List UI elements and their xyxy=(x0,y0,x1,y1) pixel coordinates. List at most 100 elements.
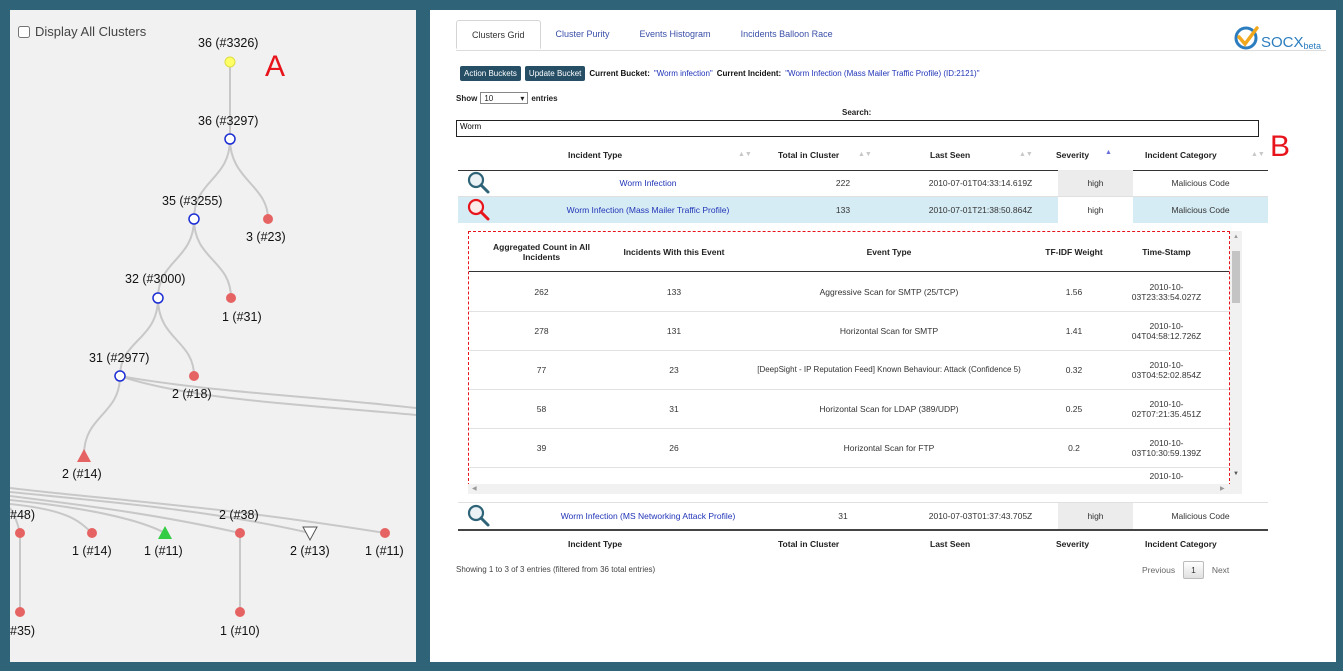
total-in-cluster: 31 xyxy=(838,511,848,521)
tab-clusters-grid[interactable]: Clusters Grid xyxy=(456,20,541,49)
current-bucket-label: Current Bucket: xyxy=(589,69,650,78)
tree-node-leaf[interactable] xyxy=(87,528,97,538)
scroll-down-icon[interactable]: ▼ xyxy=(1233,471,1239,477)
tree-node-triangle[interactable] xyxy=(158,526,172,539)
column-header-severity[interactable]: Severity xyxy=(1056,150,1089,160)
timestamp: 2010-10-03T04:52:02.854Z xyxy=(1131,359,1202,380)
incidents-with-event: 26 xyxy=(669,442,679,453)
tree-node-leaf[interactable] xyxy=(263,214,273,224)
column-header-event-type[interactable]: Event Type xyxy=(739,232,1039,271)
event-type: Horizontal Scan for FTP xyxy=(843,442,935,453)
event-row: 58 31 Horizontal Scan for LDAP (389/UDP)… xyxy=(469,389,1229,429)
tree-node-label: 2 (#38) xyxy=(219,508,259,522)
tab-events-histogram[interactable]: Events Histogram xyxy=(625,20,726,49)
tree-node-label: 32 (#3000) xyxy=(125,272,186,286)
timestamp: 2010-10-03T10:30:59.139Z xyxy=(1131,437,1202,458)
incidents-with-event: 31 xyxy=(669,403,679,414)
bucket-toolbar: Action Buckets Update Bucket Current Buc… xyxy=(460,66,980,81)
aggregated-count: 58 xyxy=(536,403,547,414)
magnifier-icon[interactable] xyxy=(462,197,496,223)
tree-node-label: 2 (#13) xyxy=(290,544,330,558)
previous-page-button[interactable]: Previous xyxy=(1142,565,1175,575)
sort-asc-icon[interactable]: ▲ xyxy=(1105,149,1112,156)
event-row: 77 23 [DeepSight - IP Reputation Feed] K… xyxy=(469,350,1229,390)
column-header-timestamp[interactable]: Time-Stamp xyxy=(1109,232,1224,271)
tree-node-label: 2 (#18) xyxy=(172,387,212,401)
sort-icon[interactable]: ▲▼ xyxy=(858,151,872,158)
tree-node-label: 31 (#2977) xyxy=(89,351,150,365)
incident-type-link[interactable]: Worm Infection (MS Networking Attack Pro… xyxy=(518,503,778,529)
events-table-header: Aggregated Count in All Incidents Incide… xyxy=(469,232,1229,272)
scrollbar-thumb[interactable] xyxy=(1232,251,1240,303)
incident-events-table: Aggregated Count in All Incidents Incide… xyxy=(468,231,1230,486)
tree-node-leaf[interactable] xyxy=(380,528,390,538)
tree-node-label: 36 (#3326) xyxy=(198,36,259,50)
tree-node-leaf[interactable] xyxy=(15,607,25,617)
update-bucket-button[interactable]: Update Bucket xyxy=(524,66,586,81)
page-length-control: Show 10 ▾ entries xyxy=(456,92,558,104)
footer-column-incident-category: Incident Category xyxy=(1145,539,1217,549)
tree-node-leaf[interactable] xyxy=(226,293,236,303)
sort-icon[interactable]: ▲▼ xyxy=(738,151,752,158)
column-header-incident-type[interactable]: Incident Type xyxy=(568,150,622,160)
incidents-with-event: 23 xyxy=(669,364,679,375)
page-length-select[interactable]: 10 ▾ xyxy=(480,92,529,104)
incident-type-link[interactable]: Worm Infection xyxy=(518,170,778,196)
column-header-aggregated-count[interactable]: Aggregated Count in All Incidents xyxy=(479,232,604,271)
tab-cluster-purity[interactable]: Cluster Purity xyxy=(541,20,625,49)
sort-icon[interactable]: ▲▼ xyxy=(1019,151,1033,158)
action-buckets-button[interactable]: Action Buckets xyxy=(460,66,521,81)
total-in-cluster: 133 xyxy=(835,205,851,215)
tree-node-triangle[interactable] xyxy=(302,526,318,542)
tab-incidents-balloon-race[interactable]: Incidents Balloon Race xyxy=(726,20,848,49)
event-row: 262 133 Aggressive Scan for SMTP (25/TCP… xyxy=(469,272,1229,312)
tree-node-leaf[interactable] xyxy=(15,528,25,538)
table-footer-header: Incident Type Total in Cluster Last Seen… xyxy=(458,532,1268,554)
column-header-last-seen[interactable]: Last Seen xyxy=(930,150,970,160)
events-horizontal-scrollbar[interactable]: ◀ ▶ xyxy=(468,484,1242,494)
tree-node-leaf[interactable] xyxy=(235,607,245,617)
search-input[interactable]: Worm xyxy=(456,120,1259,137)
magnifier-icon[interactable] xyxy=(462,170,496,196)
tree-node-label: 1 (#11) xyxy=(365,544,404,558)
tree-node-label: 3 (#23) xyxy=(246,230,286,244)
tree-node-cluster[interactable] xyxy=(152,292,164,304)
column-header-tfidf[interactable]: TF-IDF Weight xyxy=(1044,232,1104,271)
page-length-value: 10 xyxy=(484,93,494,103)
table-header: Incident Type ▲▼ Total in Cluster ▲▼ Las… xyxy=(458,140,1268,171)
column-header-total[interactable]: Total in Cluster xyxy=(778,150,839,160)
table-row-selected[interactable]: Worm Infection (Mass Mailer Traffic Prof… xyxy=(458,197,1268,223)
last-seen: 2010-07-01T04:33:14.619Z xyxy=(928,178,1033,188)
table-info: Showing 1 to 3 of 3 entries (filtered fr… xyxy=(456,565,656,574)
table-row[interactable]: Worm Infection 222 2010-07-01T04:33:14.6… xyxy=(458,170,1268,197)
last-seen: 2010-07-03T01:37:43.705Z xyxy=(928,511,1033,521)
events-vertical-scrollbar[interactable]: ▲ ▼ xyxy=(1230,231,1242,484)
tree-node-label: 35 (#3255) xyxy=(162,194,223,208)
table-row[interactable]: Worm Infection (MS Networking Attack Pro… xyxy=(458,502,1268,531)
scroll-up-icon[interactable]: ▲ xyxy=(1233,234,1239,240)
scroll-left-icon[interactable]: ◀ xyxy=(472,485,477,492)
sort-icon[interactable]: ▲▼ xyxy=(1251,151,1265,158)
tree-node-cluster[interactable] xyxy=(224,133,236,145)
column-header-incident-category[interactable]: Incident Category xyxy=(1145,150,1217,160)
tree-node-triangle[interactable] xyxy=(77,449,91,462)
pagination: Previous 1 Next xyxy=(1142,561,1229,579)
tree-node-root[interactable] xyxy=(224,56,236,68)
tree-node-leaf[interactable] xyxy=(189,371,199,381)
column-header-incidents-with-event[interactable]: Incidents With this Event xyxy=(609,232,739,271)
tree-node-cluster[interactable] xyxy=(188,213,200,225)
logo-sub: beta xyxy=(1303,41,1322,51)
next-page-button[interactable]: Next xyxy=(1212,565,1229,575)
incident-type-link[interactable]: Worm Infection (Mass Mailer Traffic Prof… xyxy=(518,197,778,223)
current-incident-value: "Worm Infection (Mass Mailer Traffic Pro… xyxy=(785,69,980,78)
incident-category: Malicious Code xyxy=(1171,511,1230,521)
severity: high xyxy=(1058,170,1133,196)
page-1-button[interactable]: 1 xyxy=(1183,561,1204,579)
magnifier-icon[interactable] xyxy=(462,503,496,529)
event-row: 39 26 Horizontal Scan for FTP 0.2 2010-1… xyxy=(469,428,1229,468)
scroll-right-icon[interactable]: ▶ xyxy=(1220,485,1225,492)
tree-nodes xyxy=(15,56,390,617)
tree-node-leaf[interactable] xyxy=(235,528,245,538)
tree-node-cluster[interactable] xyxy=(114,370,126,382)
aggregated-count: 278 xyxy=(534,325,549,336)
